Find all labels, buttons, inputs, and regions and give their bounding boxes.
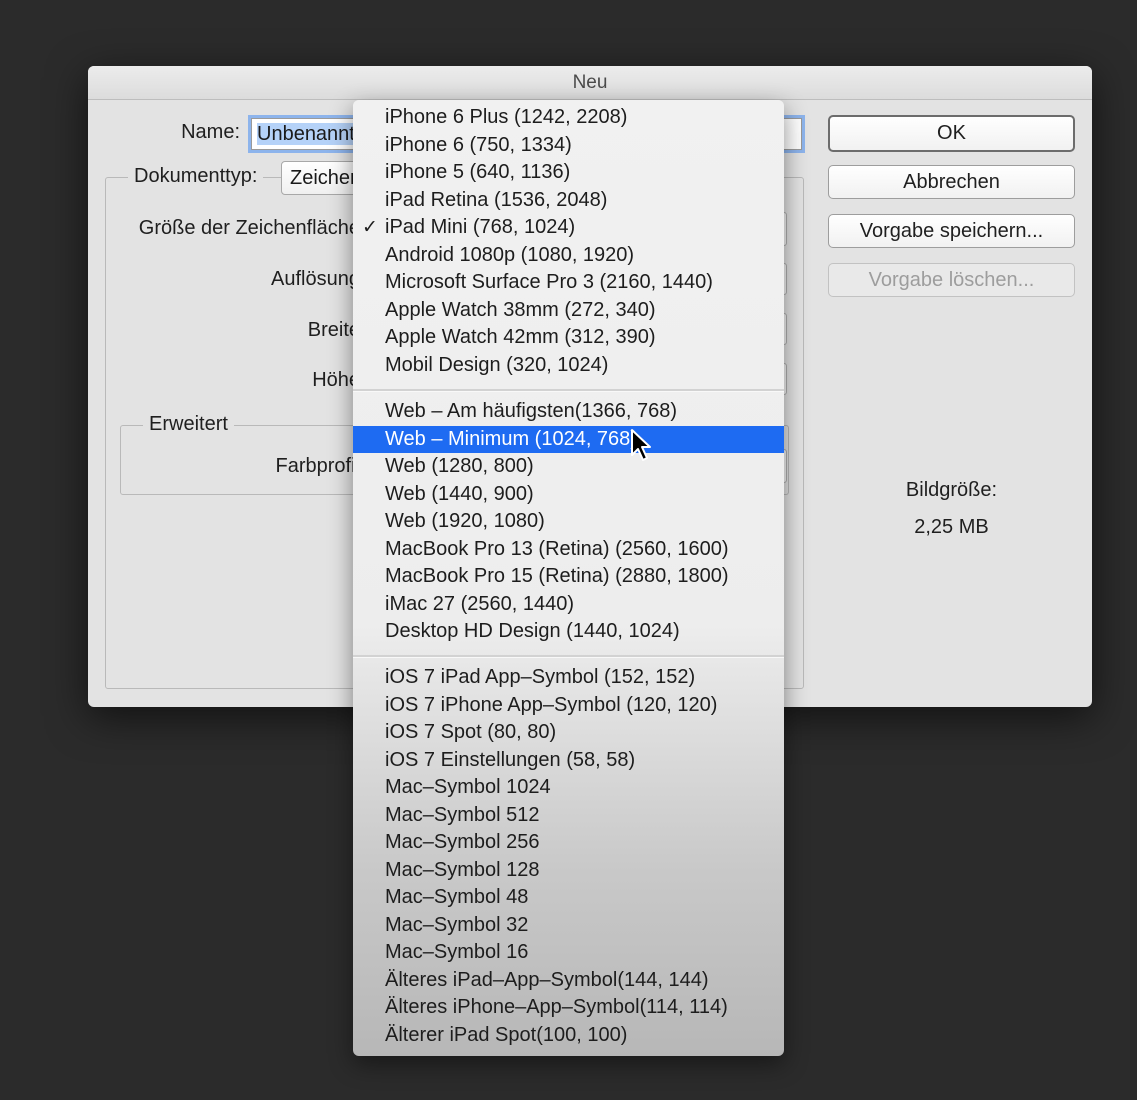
menu-item[interactable]: Web (1440, 900) — [353, 481, 784, 508]
menu-item[interactable]: Mac–Symbol 256 — [353, 829, 784, 856]
menu-item[interactable]: Mac–Symbol 1024 — [353, 774, 784, 801]
menu-item-highlighted[interactable]: Web – Minimum (1024, 768) — [353, 426, 784, 453]
menu-item[interactable]: iPhone 6 (750, 1334) — [353, 132, 784, 159]
menu-item[interactable]: iOS 7 iPhone App–Symbol (120, 120) — [353, 692, 784, 719]
color-profile-label: Farbprofil — [275, 455, 360, 477]
cancel-button[interactable]: Abbrechen — [828, 165, 1075, 199]
menu-item[interactable]: Älteres iPhone–App–Symbol(114, 114) — [353, 994, 784, 1021]
menu-item[interactable]: Android 1080p (1080, 1920) — [353, 242, 784, 269]
menu-separator — [353, 389, 784, 392]
menu-item[interactable]: iPhone 6 Plus (1242, 2208) — [353, 104, 784, 131]
menu-item[interactable]: Apple Watch 38mm (272, 340) — [353, 297, 784, 324]
menu-item[interactable]: MacBook Pro 13 (Retina) (2560, 1600) — [353, 536, 784, 563]
menu-item[interactable]: iMac 27 (2560, 1440) — [353, 591, 784, 618]
advanced-label[interactable]: Erweitert — [143, 413, 234, 436]
ok-button[interactable]: OK — [828, 115, 1075, 152]
menu-item[interactable]: iOS 7 iPad App–Symbol (152, 152) — [353, 664, 784, 691]
menu-item[interactable]: Mac–Symbol 48 — [353, 884, 784, 911]
menu-item[interactable]: Apple Watch 42mm (312, 390) — [353, 324, 784, 351]
width-label: Breite — [307, 319, 360, 341]
menu-item[interactable]: Mac–Symbol 512 — [353, 802, 784, 829]
menu-item[interactable]: Desktop HD Design (1440, 1024) — [353, 618, 784, 645]
menu-item[interactable]: Mac–Symbol 128 — [353, 857, 784, 884]
artboard-size-dropdown-menu: iPhone 6 Plus (1242, 2208) iPhone 6 (750… — [353, 100, 784, 1056]
artboard-size-label: Größe der Zeichenfläche — [138, 217, 360, 239]
doctype-label: Dokumenttyp: — [128, 165, 264, 188]
name-label: Name: — [181, 121, 240, 143]
dialog-title: Neu — [88, 66, 1092, 100]
menu-item[interactable]: Älteres iPad–App–Symbol(144, 144) — [353, 967, 784, 994]
menu-item[interactable]: MacBook Pro 15 (Retina) (2880, 1800) — [353, 563, 784, 590]
image-size-value: 2,25 MB — [914, 516, 989, 538]
menu-item[interactable]: Mac–Symbol 32 — [353, 912, 784, 939]
menu-item[interactable]: iOS 7 Spot (80, 80) — [353, 719, 784, 746]
delete-preset-button[interactable]: Vorgabe löschen... — [828, 263, 1075, 297]
menu-item[interactable]: Microsoft Surface Pro 3 (2160, 1440) — [353, 269, 784, 296]
name-value: Unbenannt — [257, 123, 355, 145]
height-label: Höhe — [312, 369, 360, 391]
menu-separator — [353, 655, 784, 658]
arrow-cursor-icon — [631, 429, 651, 461]
menu-item[interactable]: Mobil Design (320, 1024) — [353, 352, 784, 379]
checkmark-icon: ✓ — [362, 217, 378, 238]
save-preset-button[interactable]: Vorgabe speichern... — [828, 214, 1075, 248]
menu-item[interactable]: iOS 7 Einstellungen (58, 58) — [353, 747, 784, 774]
menu-item[interactable]: iPhone 5 (640, 1136) — [353, 159, 784, 186]
resolution-label: Auflösung — [271, 268, 360, 290]
image-size-label: Bildgröße: — [905, 479, 998, 501]
menu-item[interactable]: Web (1280, 800) — [353, 453, 784, 480]
menu-item[interactable]: Web (1920, 1080) — [353, 508, 784, 535]
menu-item[interactable]: iPad Retina (1536, 2048) — [353, 187, 784, 214]
menu-item-checked[interactable]: ✓ iPad Mini (768, 1024) — [353, 214, 784, 241]
menu-item[interactable]: Mac–Symbol 16 — [353, 939, 784, 966]
menu-item[interactable]: Älterer iPad Spot(100, 100) — [353, 1022, 784, 1049]
menu-item[interactable]: Web – Am häufigsten(1366, 768) — [353, 398, 784, 425]
menu-item-label: iPad Mini (768, 1024) — [385, 216, 576, 238]
